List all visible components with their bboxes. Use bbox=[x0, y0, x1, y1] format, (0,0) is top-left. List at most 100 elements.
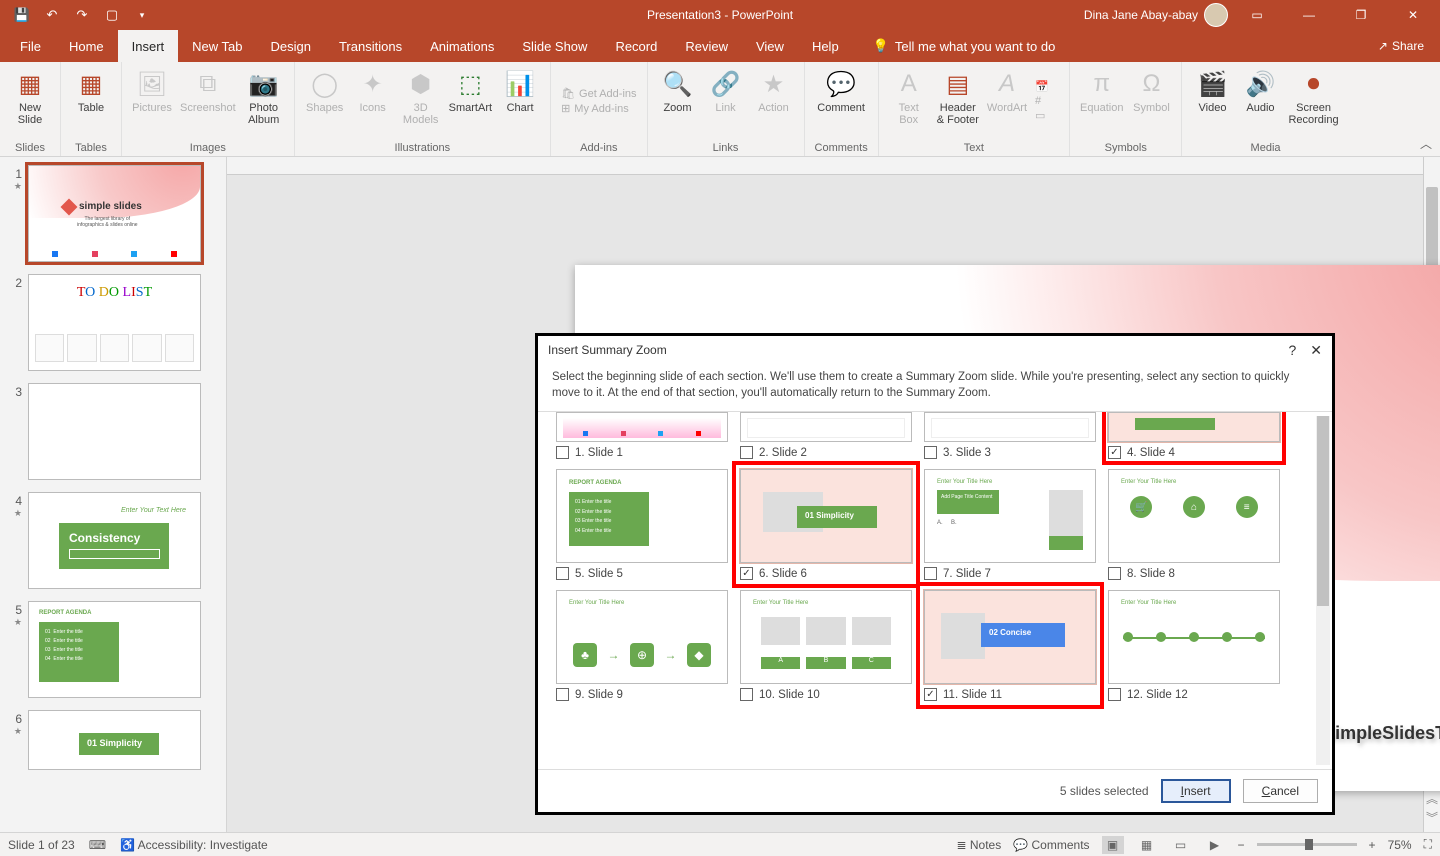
thumb-2[interactable]: 2 TO DO LIST bbox=[4, 274, 222, 371]
slide-sorter-view-icon[interactable]: ▦ bbox=[1136, 836, 1158, 854]
header-footer-button[interactable]: ▤Header & Footer bbox=[937, 66, 979, 126]
tab-record[interactable]: Record bbox=[601, 30, 671, 62]
smartart-button[interactable]: ⬚SmartArt bbox=[449, 66, 492, 114]
get-addins-button[interactable]: 🛍Get Add-ins bbox=[561, 87, 636, 100]
cell-slide-1[interactable]: 1. Slide 1 bbox=[556, 412, 728, 459]
close-icon[interactable]: ✕ bbox=[1390, 0, 1436, 30]
shapes-button[interactable]: ◯Shapes bbox=[305, 66, 345, 114]
thumb-4[interactable]: 4★ Enter Your Text Here Consistency bbox=[4, 492, 222, 589]
slide-number-icon[interactable]: # bbox=[1035, 95, 1059, 107]
user-avatar[interactable] bbox=[1204, 3, 1228, 27]
checkbox-slide-1[interactable] bbox=[556, 446, 569, 459]
dialog-insert-button[interactable]: Insert bbox=[1161, 779, 1231, 803]
chevron-down-icon[interactable]: ︾ bbox=[1426, 809, 1438, 826]
equation-button[interactable]: πEquation bbox=[1080, 66, 1123, 114]
3d-models-button[interactable]: ⬢3D Models bbox=[401, 66, 441, 126]
date-time-icon[interactable]: 📅 bbox=[1035, 80, 1059, 93]
slide-panel[interactable]: 1★ simple slides The largest library of … bbox=[0, 157, 227, 832]
cell-slide-11[interactable]: 02 Concise 11. Slide 11 bbox=[924, 590, 1096, 701]
cell-slide-2[interactable]: 2. Slide 2 bbox=[740, 412, 912, 459]
chevron-up-icon[interactable]: ︽ bbox=[1426, 790, 1438, 807]
user-name[interactable]: Dina Jane Abay-abay bbox=[1084, 8, 1198, 22]
checkbox-slide-4[interactable] bbox=[1108, 446, 1121, 459]
collapse-ribbon-icon[interactable]: ︿ bbox=[1420, 135, 1432, 152]
tab-design[interactable]: Design bbox=[257, 30, 325, 62]
tab-transitions[interactable]: Transitions bbox=[325, 30, 416, 62]
photo-album-button[interactable]: 📷Photo Album bbox=[244, 66, 284, 126]
tab-home[interactable]: Home bbox=[55, 30, 118, 62]
tell-me-search[interactable]: 💡 Tell me what you want to do bbox=[873, 30, 1056, 62]
textbox-button[interactable]: AText Box bbox=[889, 66, 929, 126]
save-icon[interactable]: 💾 bbox=[8, 2, 36, 28]
tab-newtab[interactable]: New Tab bbox=[178, 30, 256, 62]
tab-insert[interactable]: Insert bbox=[118, 30, 179, 62]
checkbox-slide-11[interactable] bbox=[924, 688, 937, 701]
cell-slide-8[interactable]: Enter Your Title Here🛒⌂≡ 8. Slide 8 bbox=[1108, 469, 1280, 580]
thumb-6[interactable]: 6★ 01 Simplicity bbox=[4, 710, 222, 770]
slideshow-view-icon[interactable]: ▶ bbox=[1204, 836, 1226, 854]
undo-icon[interactable]: ↶ bbox=[38, 2, 66, 28]
zoom-slider-thumb[interactable] bbox=[1305, 839, 1313, 850]
start-from-beginning-icon[interactable]: ▢ bbox=[98, 2, 126, 28]
tab-review[interactable]: Review bbox=[671, 30, 742, 62]
screen-recording-button[interactable]: ⏺Screen Recording bbox=[1288, 66, 1338, 126]
checkbox-slide-5[interactable] bbox=[556, 567, 569, 580]
scroll-thumb[interactable] bbox=[1426, 187, 1438, 277]
zoom-level[interactable]: 75% bbox=[1388, 838, 1412, 852]
symbol-button[interactable]: ΩSymbol bbox=[1131, 66, 1171, 114]
fit-to-window-icon[interactable]: ⛶ bbox=[1424, 837, 1432, 852]
cell-slide-10[interactable]: Enter Your Title HereABC 10. Slide 10 bbox=[740, 590, 912, 701]
tab-slideshow[interactable]: Slide Show bbox=[508, 30, 601, 62]
canvas-area[interactable]: f@simpleslides ◉@simple.slides 🐦@SlidesS… bbox=[227, 157, 1440, 832]
chart-button[interactable]: 📊Chart bbox=[500, 66, 540, 114]
link-button[interactable]: 🔗Link bbox=[706, 66, 746, 114]
dialog-cancel-button[interactable]: Cancel bbox=[1243, 779, 1318, 803]
cell-slide-6[interactable]: 01 Simplicity 6. Slide 6 bbox=[740, 469, 912, 580]
spellcheck-icon[interactable]: ⌨ bbox=[89, 838, 106, 852]
cell-slide-3[interactable]: 3. Slide 3 bbox=[924, 412, 1096, 459]
checkbox-slide-8[interactable] bbox=[1108, 567, 1121, 580]
reading-view-icon[interactable]: ▭ bbox=[1170, 836, 1192, 854]
cell-slide-4[interactable]: 4. Slide 4 bbox=[1108, 412, 1280, 459]
dialog-close-icon[interactable]: ✕ bbox=[1310, 342, 1322, 359]
my-addins-button[interactable]: ⊞My Add-ins bbox=[561, 102, 636, 115]
cell-slide-9[interactable]: Enter Your Title Here♣→⊕→◆ 9. Slide 9 bbox=[556, 590, 728, 701]
audio-button[interactable]: 🔊Audio bbox=[1240, 66, 1280, 114]
cell-slide-12[interactable]: Enter Your Title Here 12. Slide 12 bbox=[1108, 590, 1280, 701]
status-slide-count[interactable]: Slide 1 of 23 bbox=[8, 838, 75, 852]
normal-view-icon[interactable]: ▣ bbox=[1102, 836, 1124, 854]
tab-animations[interactable]: Animations bbox=[416, 30, 508, 62]
thumb-3[interactable]: 3 bbox=[4, 383, 222, 480]
action-button[interactable]: ★Action bbox=[754, 66, 794, 114]
minimize-icon[interactable]: — bbox=[1286, 0, 1332, 30]
comment-button[interactable]: 💬Comment bbox=[817, 66, 865, 114]
comments-button[interactable]: 💬 Comments bbox=[1013, 838, 1089, 852]
tab-view[interactable]: View bbox=[742, 30, 798, 62]
object-icon[interactable]: ▭ bbox=[1035, 109, 1059, 122]
checkbox-slide-9[interactable] bbox=[556, 688, 569, 701]
checkbox-slide-3[interactable] bbox=[924, 446, 937, 459]
dialog-help-icon[interactable]: ? bbox=[1288, 342, 1296, 359]
cell-slide-7[interactable]: Enter Your Title HereAdd Page Title Cont… bbox=[924, 469, 1096, 580]
tab-file[interactable]: File bbox=[6, 30, 55, 62]
redo-icon[interactable]: ↷ bbox=[68, 2, 96, 28]
dialog-scrollbar[interactable] bbox=[1316, 416, 1330, 765]
thumb-1[interactable]: 1★ simple slides The largest library of … bbox=[4, 165, 222, 262]
maximize-icon[interactable]: ❐ bbox=[1338, 0, 1384, 30]
checkbox-slide-6[interactable] bbox=[740, 567, 753, 580]
checkbox-slide-12[interactable] bbox=[1108, 688, 1121, 701]
tab-help[interactable]: Help bbox=[798, 30, 853, 62]
zoom-out-icon[interactable]: − bbox=[1238, 838, 1245, 852]
accessibility-status[interactable]: ♿ Accessibility: Investigate bbox=[120, 838, 268, 852]
checkbox-slide-2[interactable] bbox=[740, 446, 753, 459]
ribbon-display-options-icon[interactable]: ▭ bbox=[1234, 0, 1280, 30]
zoom-in-icon[interactable]: + bbox=[1369, 838, 1376, 852]
video-button[interactable]: 🎬Video bbox=[1192, 66, 1232, 114]
zoom-slider[interactable] bbox=[1257, 843, 1357, 846]
dialog-scroll-thumb[interactable] bbox=[1317, 416, 1329, 606]
icons-button[interactable]: ✦Icons bbox=[353, 66, 393, 114]
thumb-5[interactable]: 5★ REPORT AGENDA 01 Enter the title02 En… bbox=[4, 601, 222, 698]
notes-button[interactable]: ≣ Notes bbox=[956, 838, 1001, 852]
qat-more-icon[interactable]: ▾ bbox=[128, 2, 156, 28]
cell-slide-5[interactable]: REPORT AGENDA01 Enter the title02 Enter … bbox=[556, 469, 728, 580]
